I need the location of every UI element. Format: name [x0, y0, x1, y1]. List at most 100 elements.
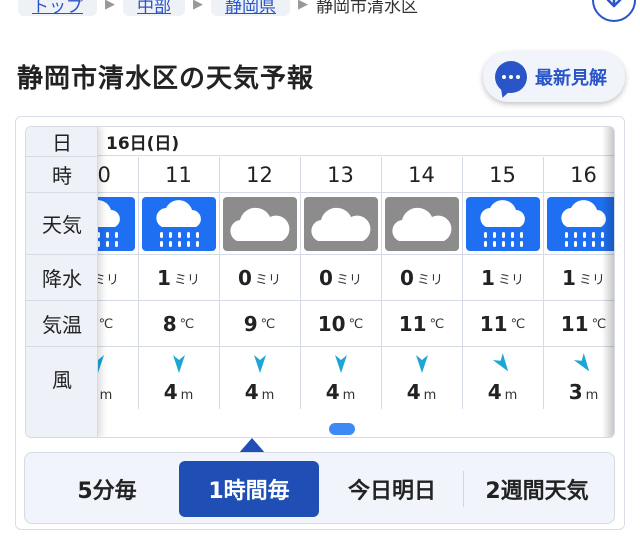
- hour-cell: 11: [165, 163, 192, 187]
- wind-speed: 4m: [163, 380, 194, 404]
- hour-cell: 14: [408, 163, 435, 187]
- wind-speed: 4m: [487, 380, 518, 404]
- precip-unit: ミリ: [497, 272, 524, 288]
- wind-unit: m: [504, 388, 518, 403]
- date-cell: 16日(日): [98, 127, 614, 156]
- wind-arrow-icon: [415, 354, 429, 374]
- wind-arrow-icon: [253, 354, 267, 374]
- rain-cloud-icon: [465, 197, 540, 251]
- arrow-down-circle-icon: [606, 0, 622, 8]
- row-label-precip: 降水: [26, 255, 98, 301]
- tab-5min[interactable]: 5分毎: [33, 461, 181, 517]
- temp-unit: ℃: [179, 316, 195, 332]
- cloud-icon: [303, 197, 378, 251]
- breadcrumb-link-top[interactable]: トップ: [18, 0, 97, 17]
- wind-unit: m: [423, 388, 437, 403]
- temp-cell: 9 ℃: [219, 301, 300, 347]
- precip-value: 1: [562, 266, 576, 290]
- precip-cell: 1ミリ: [138, 255, 219, 301]
- breadcrumb-link-chubu[interactable]: 中部: [123, 0, 185, 17]
- hour-cell: 12: [246, 163, 273, 187]
- precip-cell: 0 ミリ: [219, 255, 300, 301]
- wind-speed: 4m: [244, 380, 275, 404]
- precip-unit: ミリ: [335, 272, 362, 288]
- row-label-hour: 時: [26, 157, 98, 193]
- temp-value: 10: [317, 312, 346, 336]
- precip-value: 1: [481, 266, 495, 290]
- speech-bubble-icon: [495, 61, 527, 93]
- wind-speed: 4m: [406, 380, 437, 404]
- scroll-indicator[interactable]: [329, 423, 355, 435]
- wind-arrow-icon: [492, 353, 510, 374]
- temp-value: 8: [162, 312, 177, 336]
- scroll-edge-shadow: [602, 127, 614, 437]
- scroll-down-button[interactable]: [592, 0, 636, 22]
- precip-value: 1: [157, 266, 171, 290]
- precip-value: 0: [238, 266, 252, 290]
- hourly-forecast-table[interactable]: 日 時 天気 降水 気温 風 16日(日) 101ミリ8℃4m111ミリ8℃4m…: [25, 126, 615, 438]
- wind-arrow-icon: [172, 354, 186, 374]
- breadcrumb: トップ ▶ 中部 ▶ 静岡県 ▶ 静岡市清水区: [18, 0, 418, 18]
- temp-value: 11: [398, 312, 427, 336]
- row-label-date: 日: [26, 127, 98, 157]
- row-label-temp: 気温: [26, 301, 98, 347]
- temp-value: 11: [479, 312, 508, 336]
- temp-cell: 10 ℃: [300, 301, 381, 347]
- wind-speed: 4m: [325, 380, 356, 404]
- page-title: 静岡市清水区の天気予報: [17, 64, 315, 94]
- row-label-weather: 天気: [26, 193, 98, 255]
- rain-cloud-icon: [141, 197, 216, 251]
- precip-value: 0: [319, 266, 333, 290]
- weather-cell: [138, 193, 219, 255]
- forecast-data-area: 16日(日) 101ミリ8℃4m111ミリ8℃4m120ミリ9℃4m130ミリ1…: [60, 127, 614, 437]
- temp-cell: 11 ℃: [462, 301, 543, 347]
- temp-unit: ℃: [510, 316, 526, 332]
- wind-cell: 4m: [138, 349, 219, 409]
- weather-cell: [219, 193, 300, 255]
- wind-unit: m: [342, 388, 356, 403]
- weather-cell: [381, 193, 462, 255]
- hour-cell: 13: [327, 163, 354, 187]
- precip-cell: 0 ミリ: [300, 255, 381, 301]
- cloud-icon: [384, 197, 459, 251]
- precip-cell: 1ミリ: [462, 255, 543, 301]
- wind-unit: m: [180, 388, 194, 403]
- precip-unit: ミリ: [254, 272, 281, 288]
- wind-cell: 4m: [462, 349, 543, 409]
- tab-divider: [463, 471, 464, 507]
- cloud-icon: [222, 197, 297, 251]
- forecast-range-tabs: 5分毎 1時間毎 今日明日 2週間天気: [24, 452, 615, 524]
- breadcrumb-separator-icon: ▶: [298, 0, 308, 12]
- temp-unit: ℃: [348, 316, 364, 332]
- precip-unit: ミリ: [416, 272, 443, 288]
- expert-commentary-button[interactable]: 最新見解: [483, 52, 625, 102]
- row-label-wind: 風: [52, 367, 72, 392]
- weather-cell: [462, 193, 543, 255]
- precip-value: 0: [400, 266, 414, 290]
- temp-unit: ℃: [260, 316, 276, 332]
- wind-unit: m: [261, 388, 275, 403]
- breadcrumb-current: 静岡市清水区: [316, 0, 418, 17]
- temp-value: 9: [243, 312, 258, 336]
- wind-cell: 4m: [381, 349, 462, 409]
- wind-unit: m: [585, 388, 599, 403]
- temp-unit: ℃: [429, 316, 445, 332]
- tab-today-tomorrow[interactable]: 今日明日: [321, 461, 463, 517]
- temp-cell: 8℃: [138, 301, 219, 347]
- tab-2week[interactable]: 2週間天気: [465, 461, 609, 517]
- tab-1hour[interactable]: 1時間毎: [179, 461, 319, 517]
- precip-cell: 0 ミリ: [381, 255, 462, 301]
- breadcrumb-link-shizuoka[interactable]: 静岡県: [211, 0, 290, 17]
- breadcrumb-separator-icon: ▶: [193, 0, 203, 12]
- wind-unit: m: [99, 388, 113, 403]
- weather-cell: [300, 193, 381, 255]
- wind-cell: 4m: [300, 349, 381, 409]
- temp-value: 11: [560, 312, 589, 336]
- expert-commentary-label: 最新見解: [535, 68, 607, 89]
- wind-speed: 3m: [568, 380, 599, 404]
- wind-arrow-icon: [334, 354, 348, 374]
- temp-cell: 11 ℃: [381, 301, 462, 347]
- wind-cell: 4m: [219, 349, 300, 409]
- breadcrumb-separator-icon: ▶: [105, 0, 115, 12]
- precip-unit: ミリ: [173, 272, 200, 288]
